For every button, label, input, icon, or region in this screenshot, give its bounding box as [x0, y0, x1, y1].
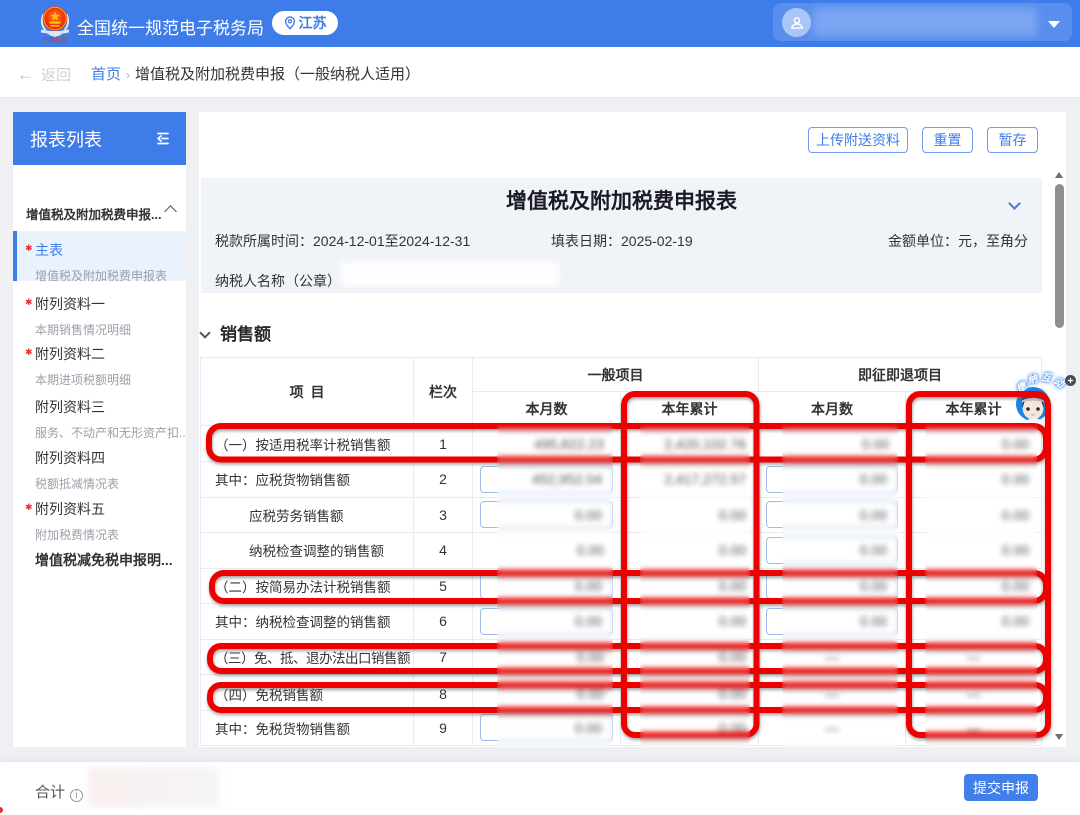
svg-text:纳: 纳 — [1026, 372, 1040, 387]
svg-text:中国税务: 中国税务 — [42, 36, 67, 43]
svg-text:互: 互 — [1041, 372, 1053, 384]
